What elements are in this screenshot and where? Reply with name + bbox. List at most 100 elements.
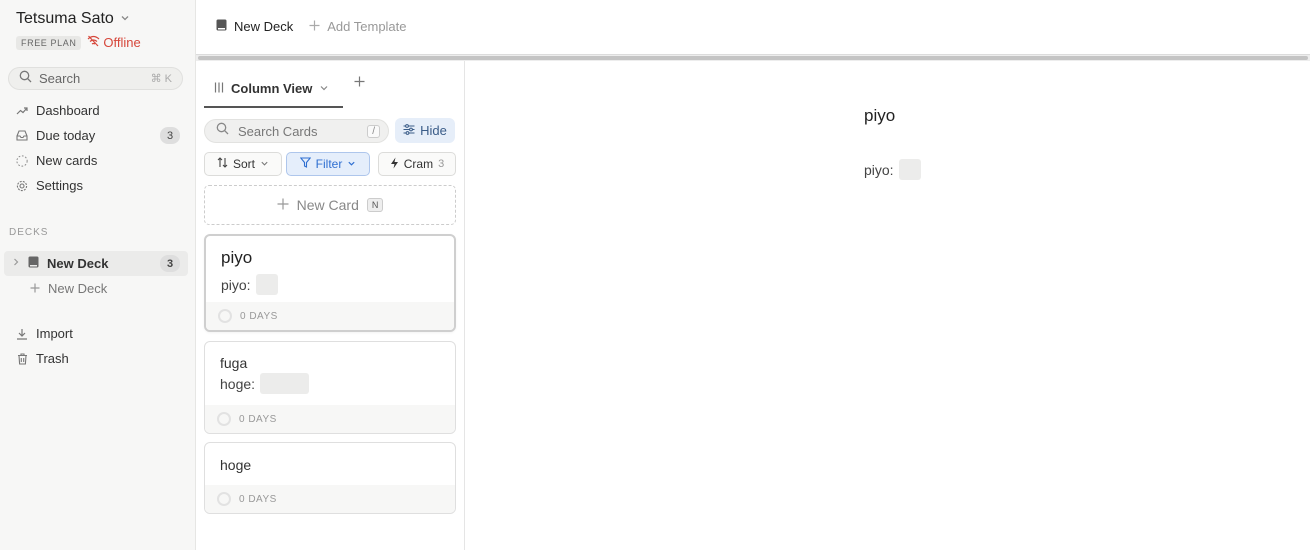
chevron-down-icon <box>260 157 269 171</box>
sliders-icon <box>403 123 415 138</box>
nav-label: Trash <box>36 351 69 366</box>
chevron-down-icon <box>347 157 356 171</box>
nav-label: Dashboard <box>36 103 100 118</box>
scrollbar-thumb[interactable] <box>198 56 1308 60</box>
filter-icon <box>299 157 312 171</box>
chevron-down-icon <box>319 81 329 96</box>
add-view-button[interactable] <box>354 74 365 92</box>
search-cards-placeholder: Search Cards <box>238 123 318 139</box>
plus-icon <box>309 19 320 34</box>
cloze-blank <box>260 373 310 394</box>
search-icon <box>19 70 32 88</box>
cram-button[interactable]: Cram 3 <box>378 152 456 176</box>
nav-label: Due today <box>36 128 96 143</box>
download-icon <box>16 328 28 340</box>
deck-icon <box>216 19 227 34</box>
sort-label: Sort <box>232 157 255 171</box>
card-field: hoge: <box>220 373 440 394</box>
search-shortcut: / <box>367 124 380 138</box>
deck-label: New Deck <box>47 256 109 271</box>
card-footer: 0 DAYS <box>205 485 455 513</box>
add-template-label: Add Template <box>327 18 407 34</box>
nav-label: New cards <box>36 153 98 168</box>
progress-ring-icon <box>217 492 231 506</box>
plus-icon <box>277 197 289 213</box>
nav-trash[interactable]: Trash <box>8 346 188 371</box>
horizontal-scrollbar[interactable] <box>196 54 1310 61</box>
due-count-badge: 3 <box>160 127 180 144</box>
add-template-button[interactable]: Add Template <box>309 18 407 34</box>
filter-label: Filter <box>315 157 343 171</box>
secondary-nav: Import Trash <box>8 321 188 371</box>
cram-count: 3 <box>438 158 445 170</box>
search-label: Search <box>39 71 81 86</box>
hide-button[interactable]: Hide <box>395 118 455 143</box>
card-footer: 0 DAYS <box>205 405 455 433</box>
progress-ring-icon <box>218 309 232 323</box>
search-shortcut: ⌘ K <box>150 73 172 85</box>
cram-label: Cram <box>403 157 434 171</box>
new-card-button[interactable]: New Card N <box>204 185 456 225</box>
deck-tab[interactable]: New Deck <box>216 19 293 34</box>
card-due: 0 DAYS <box>240 310 278 322</box>
offline-label: Offline <box>103 35 141 50</box>
detail-field-label: piyo: <box>864 161 894 178</box>
dashed-circle-icon <box>16 154 28 168</box>
nav-due-today[interactable]: Due today 3 <box>8 123 188 148</box>
card-column: Column View Search Cards / Hide Sort Fil… <box>196 61 465 550</box>
decks-section-label: DECKS <box>9 227 49 238</box>
plus-icon <box>30 281 40 296</box>
tab-column-view[interactable]: Column View <box>204 71 343 108</box>
deck-icon <box>28 256 39 271</box>
card-title: hoge <box>220 457 252 473</box>
sidebar: Tetsuma Sato FREE PLAN Offline Search ⌘ … <box>0 0 196 550</box>
plan-row: FREE PLAN Offline <box>16 35 141 50</box>
nav-label: Import <box>36 326 73 341</box>
sort-button[interactable]: Sort <box>204 152 282 176</box>
add-deck-button[interactable]: New Deck <box>30 277 107 299</box>
offline-status: Offline <box>87 35 141 50</box>
card-title: piyo <box>221 248 253 267</box>
new-card-label: New Card <box>296 197 359 213</box>
card-footer: 0 DAYS <box>206 302 454 330</box>
card-item[interactable]: hoge 0 DAYS <box>204 442 456 514</box>
top-bar: New Deck Add Template <box>196 0 1310 52</box>
nav-new-cards[interactable]: New cards <box>8 148 188 173</box>
chevron-down-icon <box>120 13 130 26</box>
chevron-right-icon[interactable] <box>12 257 20 270</box>
nav-import[interactable]: Import <box>8 321 188 346</box>
main-nav: Dashboard Due today 3 New cards Settings <box>8 98 188 198</box>
trash-icon <box>16 352 28 365</box>
filter-button[interactable]: Filter <box>286 152 370 176</box>
card-field-label: hoge: <box>220 375 256 392</box>
hide-label: Hide <box>420 123 447 138</box>
add-deck-label: New Deck <box>48 280 108 296</box>
search-cards-input[interactable]: Search Cards / <box>204 119 389 143</box>
nav-settings[interactable]: Settings <box>8 173 188 198</box>
card-due: 0 DAYS <box>239 493 277 505</box>
nav-label: Settings <box>36 178 83 193</box>
search-input[interactable]: Search ⌘ K <box>8 67 183 90</box>
wifi-off-icon <box>87 35 100 50</box>
columns-icon <box>214 81 224 96</box>
detail-title: piyo <box>864 106 896 125</box>
card-item[interactable]: piyo piyo: 0 DAYS <box>204 234 456 332</box>
card-item[interactable]: fuga hoge: 0 DAYS <box>204 341 456 434</box>
inbox-icon <box>16 130 28 141</box>
search-icon <box>216 122 229 140</box>
new-card-shortcut: N <box>366 198 384 212</box>
detail-field: piyo: <box>864 159 921 180</box>
sidebar-item-new-deck[interactable]: New Deck 3 <box>4 251 188 276</box>
gear-icon <box>16 180 28 192</box>
workspace-switcher[interactable]: Tetsuma Sato <box>16 10 130 28</box>
lightning-icon <box>390 157 399 172</box>
trend-icon <box>16 106 28 116</box>
cloze-blank[interactable] <box>898 159 921 180</box>
nav-dashboard[interactable]: Dashboard <box>8 98 188 123</box>
progress-ring-icon <box>217 412 231 426</box>
card-due: 0 DAYS <box>239 413 277 425</box>
plan-badge: FREE PLAN <box>16 35 82 50</box>
cloze-blank <box>255 274 278 295</box>
card-field-label: piyo: <box>221 276 251 293</box>
card-title: fuga <box>220 355 248 371</box>
